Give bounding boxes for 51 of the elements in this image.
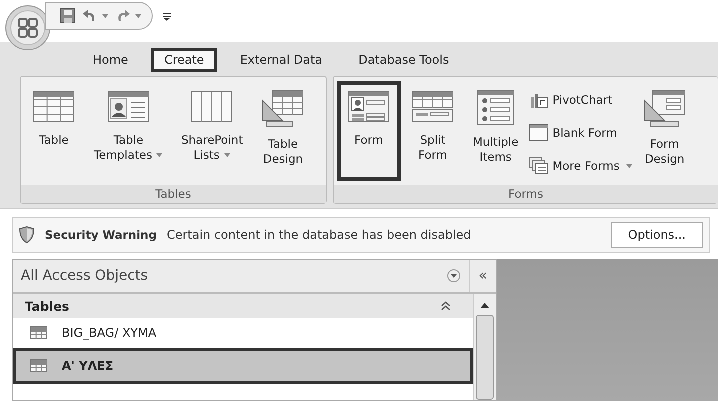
dropdown-icon	[447, 269, 461, 283]
shield-icon	[19, 226, 35, 244]
table-item[interactable]: Α' ΥΛΕΣ	[13, 348, 473, 384]
caret-icon	[224, 153, 231, 158]
save-button[interactable]	[60, 8, 76, 24]
ribbon-button[interactable]: Split Form	[403, 81, 463, 181]
ribbon-button[interactable]: Form Design	[634, 81, 695, 181]
ribbon-button[interactable]: PivotChart	[528, 90, 633, 109]
scroll-up-icon	[480, 302, 490, 309]
table-icon	[30, 326, 48, 340]
ribbon-button[interactable]: Blank Form	[528, 124, 633, 142]
table-design-icon	[261, 89, 306, 129]
ribbon-tab[interactable]: Create	[151, 48, 218, 72]
stacked-forms-icon	[528, 157, 549, 176]
contact-card-icon	[106, 89, 151, 125]
caret-icon	[135, 14, 142, 18]
warning-text: Certain content in the database has been disabled	[166, 228, 472, 242]
form-design-icon	[642, 89, 687, 129]
ribbon-button[interactable]: Form	[337, 81, 401, 181]
customize-menu-icon	[163, 12, 171, 20]
caret-icon	[156, 153, 164, 158]
table-icon	[32, 89, 76, 125]
caret-icon	[102, 14, 109, 18]
ribbon-tab[interactable]: External Data	[227, 48, 336, 72]
ribbon-button[interactable]: More Forms	[528, 157, 633, 176]
collapse-icon	[441, 301, 451, 311]
ribbon-button[interactable]: SharePoint Lists	[173, 81, 252, 181]
warning-title: Security Warning	[45, 228, 157, 242]
ribbon-button[interactable]: Multiple Items	[465, 81, 527, 181]
columns-icon	[190, 89, 234, 125]
options-button[interactable]: Options...	[611, 222, 703, 248]
undo-button[interactable]	[82, 8, 109, 24]
table-item[interactable]: BIG_BAG/ XYMA	[13, 318, 473, 348]
table-icon	[30, 359, 48, 373]
blank-form-icon	[528, 124, 549, 142]
ribbon-button[interactable]: Table	[24, 81, 84, 181]
caret-icon	[626, 164, 633, 169]
ribbon-button[interactable]: Table Design	[253, 81, 314, 181]
ribbon-tab[interactable]: Database Tools	[346, 48, 462, 72]
ribbon-tab[interactable]: Home	[80, 48, 142, 72]
scroll-thumb[interactable]	[476, 315, 494, 400]
split-form-icon	[411, 89, 455, 125]
collapse-pane-button[interactable]: «	[470, 260, 496, 292]
save-icon	[60, 8, 76, 24]
group-label: Tables	[21, 185, 326, 203]
category-header[interactable]: Tables	[13, 294, 473, 318]
group-label: Forms	[334, 185, 718, 203]
ribbon-button[interactable]: Table Templates	[86, 81, 172, 181]
scrollbar[interactable]	[473, 294, 496, 400]
navigation-pane-header[interactable]: All Access Objects	[13, 260, 470, 292]
form-icon	[347, 89, 391, 125]
